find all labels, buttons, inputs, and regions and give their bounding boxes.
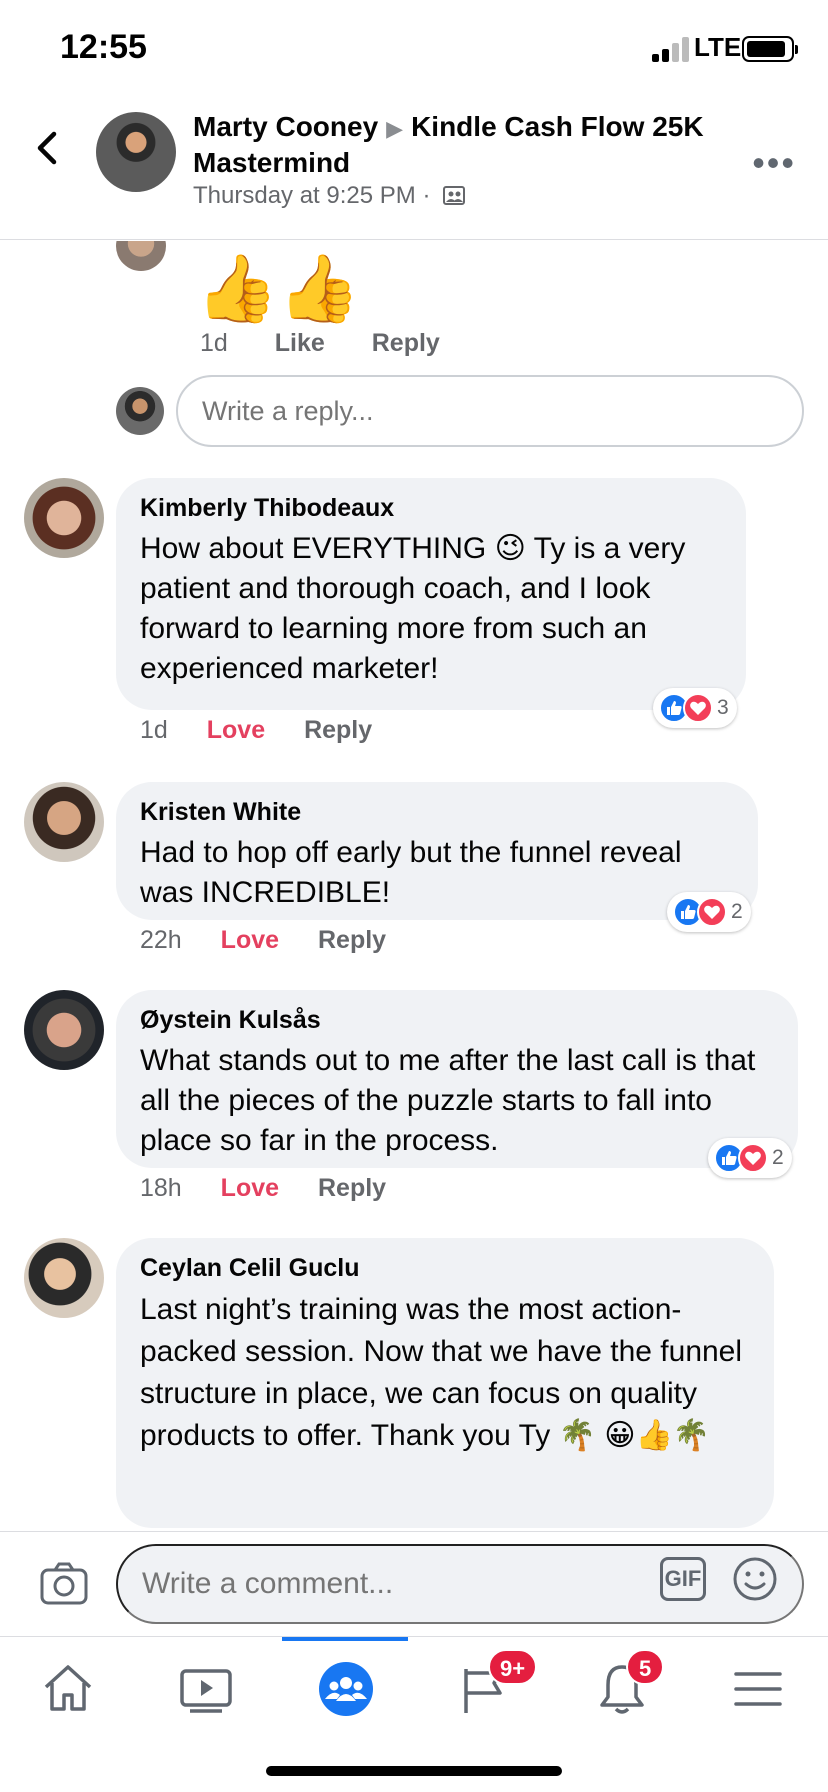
my-avatar [116,387,164,435]
avatar[interactable] [116,241,166,271]
commenter-name[interactable]: Ceylan Celil Guclu [140,1254,750,1283]
like-button[interactable]: Like [275,329,325,357]
comment-actions: 22h Love Reply [140,926,418,955]
comment-text: What stands out to me after the last cal… [140,1044,756,1157]
post-timestamp: Thursday at 9:25 PM · [193,182,466,210]
bottom-tab-bar: 9+ 5 [0,1636,828,1746]
comment-bubble[interactable]: Kimberly Thibodeaux How about EVERYTHING… [116,478,746,710]
comment-text: Had to hop off early but the funnel reve… [140,836,682,909]
group-privacy-icon [443,184,466,206]
avatar[interactable] [24,478,104,558]
reply-button[interactable]: Reply [372,329,440,357]
status-bar: 12:55 LTE [0,0,828,100]
comment-bubble[interactable]: Ceylan Celil Guclu Last night’s training… [116,1238,774,1528]
comment-text: How about EVERYTHING 😉 Ty is a very pati… [140,532,686,685]
reaction-count: 3 [717,696,729,719]
home-indicator[interactable] [266,1766,562,1776]
active-tab-indicator [282,1637,408,1641]
back-icon[interactable] [30,130,66,166]
author-avatar[interactable] [96,112,176,192]
love-reaction-icon [697,897,727,927]
commenter-name[interactable]: Kimberly Thibodeaux [140,494,722,523]
network-label: LTE [694,32,742,62]
reply-button[interactable]: Reply [318,1174,386,1202]
love-button[interactable]: Love [221,1174,279,1202]
more-options-icon[interactable]: ••• [752,142,796,184]
commenter-name[interactable]: Kristen White [140,798,734,827]
status-time: 12:55 [60,28,147,66]
reply-input[interactable] [176,375,804,447]
comment-actions: 1d Love Reply [140,716,404,745]
reactions-summary[interactable]: 3 [653,688,737,728]
reaction-count: 2 [772,1146,784,1169]
groups-icon[interactable] [316,1659,376,1719]
reaction-count: 2 [731,900,743,923]
comment-time: 1d [140,716,168,744]
post-title[interactable]: Marty Cooney ▶ Kindle Cash Flow 25K Master… [193,110,753,180]
comment-text: Last night’s training was the most actio… [140,1293,743,1452]
watch-icon[interactable] [176,1659,236,1719]
notifications-badge: 5 [626,1649,665,1685]
reply-button[interactable]: Reply [318,926,386,954]
avatar[interactable] [24,990,104,1070]
love-reaction-icon [683,693,713,723]
menu-icon[interactable] [728,1659,788,1719]
commenter-name[interactable]: Øystein Kulsås [140,1006,774,1035]
avatar[interactable] [24,782,104,862]
comment-composer: GIF [0,1531,828,1636]
reply-emoji: 👍👍 [196,251,361,325]
love-reaction-icon [738,1143,768,1173]
comment-bubble[interactable]: Øystein Kulsås What stands out to me aft… [116,990,798,1168]
reply-actions: 1d Like Reply [200,329,480,358]
comment-time: 22h [140,926,182,954]
love-button[interactable]: Love [207,716,265,744]
reply-time: 1d [200,329,228,357]
author-name[interactable]: Marty Cooney [193,111,378,142]
comment-bubble[interactable]: Kristen White Had to hop off early but t… [116,782,758,920]
post-header: Marty Cooney ▶ Kindle Cash Flow 25K Master… [0,100,828,240]
home-icon[interactable] [38,1659,98,1719]
love-button[interactable]: Love [221,926,279,954]
gif-button[interactable]: GIF [660,1557,706,1601]
signal-icon [652,34,692,62]
sticker-icon[interactable] [732,1556,778,1602]
pages-badge: 9+ [488,1649,538,1685]
reactions-summary[interactable]: 2 [708,1138,792,1178]
arrow-right-icon: ▶ [386,116,404,141]
reactions-summary[interactable]: 2 [667,892,751,932]
comments-feed[interactable]: 👍👍 1d Like Reply Kimberly Thibodeaux How… [0,241,828,1531]
comment-time: 18h [140,1174,182,1202]
avatar[interactable] [24,1238,104,1318]
timestamp-text: Thursday at 9:25 PM · [193,182,431,209]
camera-icon[interactable] [40,1562,88,1606]
battery-icon [742,36,798,62]
reply-button[interactable]: Reply [304,716,372,744]
comment-actions: 18h Love Reply [140,1174,418,1203]
